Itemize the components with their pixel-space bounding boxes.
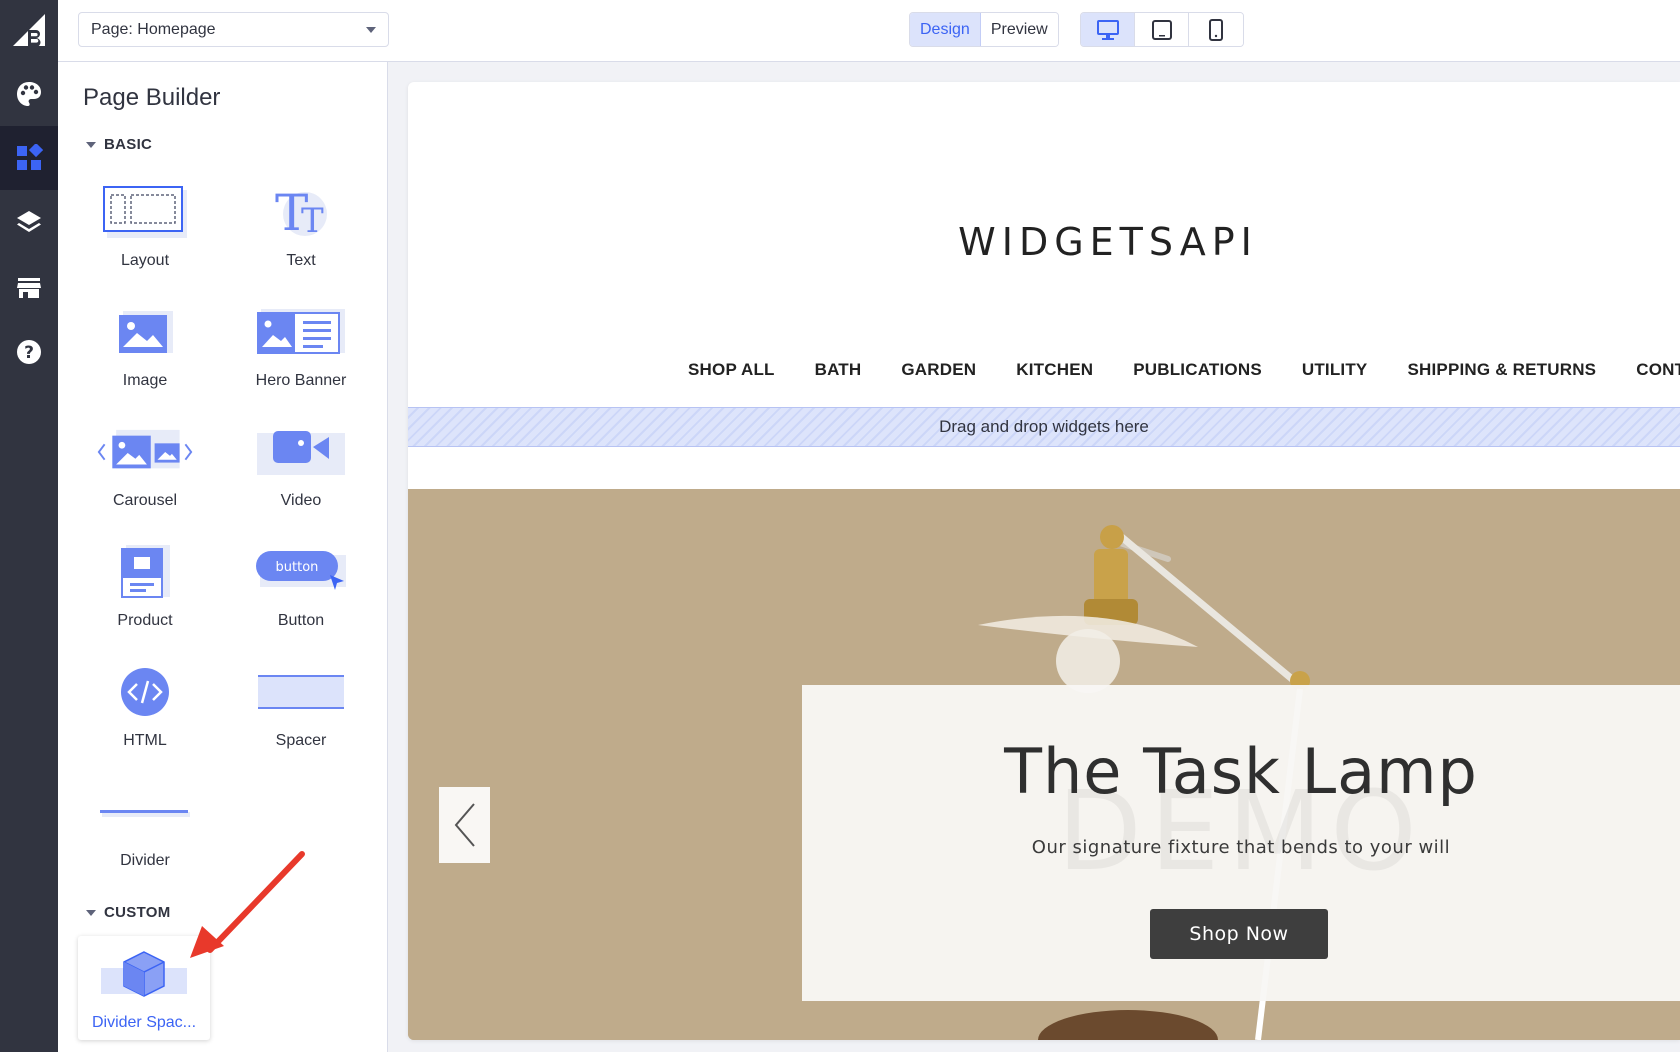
nav-item[interactable]: CONTACT <box>1636 360 1680 380</box>
video-icon <box>251 422 351 482</box>
caret-down-icon <box>86 909 96 916</box>
nav-item[interactable]: PUBLICATIONS <box>1133 360 1262 380</box>
svg-text:T: T <box>301 201 324 240</box>
basic-section-label: BASIC <box>104 136 153 153</box>
widget-label: Hero Banner <box>255 372 347 389</box>
hero-text-card: DEMO The Task Lamp Our signature fixture… <box>802 685 1680 1001</box>
chevron-left-icon <box>454 803 475 847</box>
button-icon: button <box>251 542 351 602</box>
top-toolbar: Page: Homepage Design Preview <box>58 0 1680 62</box>
carousel-icon <box>95 422 195 482</box>
storefront-icon[interactable] <box>0 256 58 320</box>
spacer-icon <box>251 662 351 722</box>
store-logo-text[interactable]: WIDGETSAPI <box>958 220 1258 264</box>
annotation-arrow-icon <box>190 851 305 958</box>
mode-toggle: Design Preview <box>909 12 1059 47</box>
desktop-icon <box>1096 19 1119 40</box>
caret-down-icon <box>86 141 96 148</box>
widget-label: HTML <box>123 732 167 749</box>
design-mode-button[interactable]: Design <box>910 13 981 46</box>
hero-title: The Task Lamp <box>1004 735 1478 808</box>
shop-now-button[interactable]: Shop Now <box>1150 909 1328 959</box>
mobile-view-button[interactable] <box>1189 13 1243 46</box>
page-select-value: Page: Homepage <box>91 20 216 38</box>
widget-spacer[interactable]: Spacer <box>226 662 376 762</box>
nav-item[interactable]: SHIPPING & RETURNS <box>1407 360 1596 380</box>
nav-item[interactable]: UTILITY <box>1302 360 1368 380</box>
widget-image[interactable]: Image <box>70 302 220 402</box>
page-canvas: WIDGETSAPI SHOP ALL BATH GARDEN KITCHEN … <box>408 82 1680 1040</box>
page-select[interactable]: Page: Homepage <box>78 12 389 47</box>
widgets-icon[interactable] <box>0 126 58 190</box>
widget-button[interactable]: button Button <box>226 542 376 642</box>
widget-label: Video <box>280 492 322 509</box>
widget-label: Divider <box>120 852 170 869</box>
hero-banner-icon <box>251 302 351 362</box>
nav-item[interactable]: BATH <box>815 360 862 380</box>
carousel-prev-button[interactable] <box>439 787 490 863</box>
custom-section-toggle[interactable]: CUSTOM <box>86 904 171 921</box>
widget-layout[interactable]: Layout <box>70 182 220 282</box>
bigcommerce-logo-icon[interactable] <box>0 0 58 60</box>
panel-title: Page Builder <box>83 84 221 111</box>
chevron-down-icon <box>366 26 376 33</box>
layers-icon[interactable] <box>0 190 58 254</box>
app-rail: ? <box>0 0 58 1052</box>
image-icon <box>95 302 195 362</box>
svg-text:?: ? <box>24 343 34 363</box>
dropzone-label: Drag and drop widgets here <box>939 417 1149 436</box>
cube-icon <box>101 951 187 997</box>
custom-widget-label: Divider Spac... <box>91 1014 197 1031</box>
preview-mode-button[interactable]: Preview <box>980 13 1058 46</box>
widget-label: Layout <box>120 252 170 269</box>
nav-item[interactable]: GARDEN <box>901 360 976 380</box>
tablet-view-button[interactable] <box>1135 13 1189 46</box>
widget-carousel[interactable]: Carousel <box>70 422 220 522</box>
nav-item[interactable]: SHOP ALL <box>688 360 775 380</box>
widget-label: Product <box>117 612 173 629</box>
widget-label: Spacer <box>275 732 327 749</box>
device-toggle <box>1080 12 1244 47</box>
widget-html[interactable]: HTML <box>70 662 220 762</box>
basic-section-toggle[interactable]: BASIC <box>86 136 152 153</box>
hero-subtitle: Our signature fixture that bends to your… <box>1031 837 1451 858</box>
theme-styles-icon[interactable] <box>0 62 58 126</box>
divider-icon <box>95 782 195 842</box>
desktop-view-button[interactable] <box>1081 13 1135 46</box>
widget-label: Button <box>277 612 325 629</box>
widget-video[interactable]: Video <box>226 422 376 522</box>
widget-hero-banner[interactable]: Hero Banner <box>226 302 376 402</box>
widget-label: Carousel <box>112 492 178 509</box>
help-icon[interactable]: ? <box>0 320 58 384</box>
widget-text[interactable]: T T Text <box>226 182 376 282</box>
html-icon <box>95 662 195 722</box>
mobile-icon <box>1209 18 1223 41</box>
widget-product[interactable]: Product <box>70 542 220 642</box>
widget-label: Text <box>286 252 316 269</box>
tablet-icon <box>1151 19 1172 40</box>
widget-label: Image <box>122 372 168 389</box>
product-icon <box>95 542 195 602</box>
text-icon: T T <box>251 182 351 242</box>
widget-dropzone[interactable]: Drag and drop widgets here <box>408 407 1680 447</box>
custom-section-label: CUSTOM <box>104 904 171 921</box>
store-nav: SHOP ALL BATH GARDEN KITCHEN PUBLICATION… <box>688 360 1680 380</box>
nav-item[interactable]: KITCHEN <box>1016 360 1093 380</box>
button-icon-text: button <box>276 560 319 575</box>
layout-icon <box>95 182 195 242</box>
hero-carousel: DEMO The Task Lamp Our signature fixture… <box>408 489 1680 1040</box>
